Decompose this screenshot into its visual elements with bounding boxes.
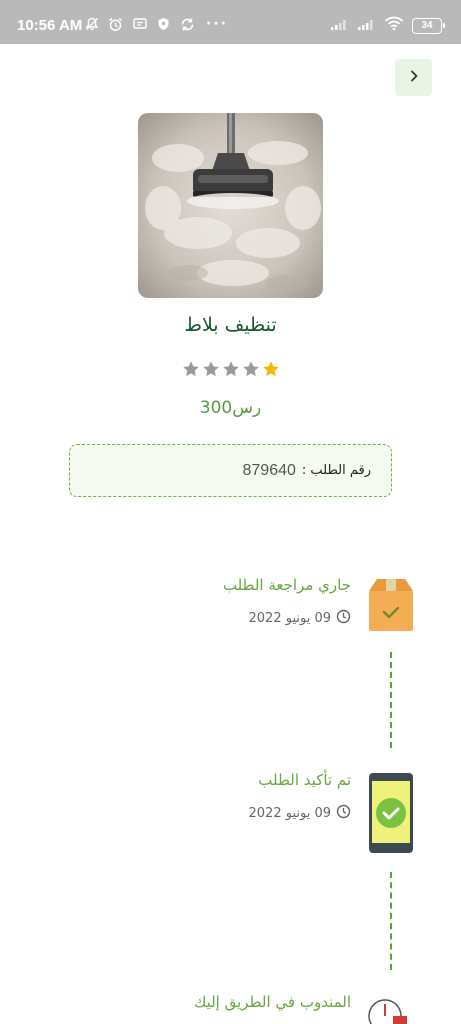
step-title: جاري مراجعة الطلب bbox=[222, 576, 351, 594]
service-price: 300رس bbox=[199, 398, 262, 418]
status-icons-right: 34 bbox=[330, 16, 445, 35]
clock-icon bbox=[336, 804, 351, 823]
star-empty-icon bbox=[202, 361, 219, 377]
shield-icon bbox=[156, 17, 171, 32]
clock-icon bbox=[336, 609, 351, 628]
package-check-icon bbox=[367, 577, 415, 636]
message-icon bbox=[132, 17, 147, 32]
status-bar: 10:56 AM ··· 34 bbox=[0, 0, 461, 44]
battery-icon: 34 bbox=[412, 17, 445, 34]
step-title: تم تأكيد الطلب bbox=[258, 771, 351, 789]
order-number-label: رقم الطلب : bbox=[301, 463, 371, 478]
step-date-text: 09 يونيو 2022 bbox=[248, 806, 332, 821]
rating-stars bbox=[0, 360, 461, 378]
delivery-clock-icon bbox=[367, 994, 415, 1024]
step-date: 09 يونيو 2022 bbox=[249, 609, 352, 628]
order-number-value: 879640 bbox=[242, 461, 296, 479]
sync-icon bbox=[180, 17, 195, 32]
order-number-box: رقم الطلب : 879640 bbox=[69, 444, 392, 497]
status-time: 10:56 AM bbox=[17, 17, 83, 34]
alarm-icon bbox=[108, 17, 123, 32]
star-empty-icon bbox=[182, 361, 199, 377]
step-date: 09 يونيو 2022 bbox=[249, 804, 352, 823]
timeline-connector bbox=[390, 872, 393, 970]
notifications-off-icon bbox=[84, 17, 99, 32]
back-button[interactable] bbox=[395, 59, 432, 96]
star-empty-icon bbox=[242, 361, 259, 377]
more-icon: ··· bbox=[206, 16, 228, 32]
timeline-connector bbox=[390, 652, 393, 748]
chevron-right-icon bbox=[407, 68, 421, 87]
step-date-text: 09 يونيو 2022 bbox=[248, 611, 332, 626]
phone-check-icon bbox=[367, 772, 415, 858]
service-title: تنظيف بلاط bbox=[184, 314, 277, 336]
star-filled-icon bbox=[262, 361, 279, 377]
timeline-step-confirmed: تم تأكيد الطلب 09 يونيو 2022 bbox=[0, 771, 461, 855]
status-icons-left: ··· bbox=[84, 16, 228, 32]
step-title: المندوب في الطريق إليك bbox=[193, 993, 351, 1011]
timeline-step-on-the-way: المندوب في الطريق إليك bbox=[0, 993, 461, 1024]
service-image bbox=[138, 113, 323, 298]
timeline-step-reviewing: جاري مراجعة الطلب 09 يونيو 2022 bbox=[0, 576, 461, 636]
star-empty-icon bbox=[222, 361, 239, 377]
signal-icon bbox=[330, 16, 349, 35]
wifi-icon bbox=[384, 16, 404, 35]
signal-icon bbox=[357, 16, 376, 35]
